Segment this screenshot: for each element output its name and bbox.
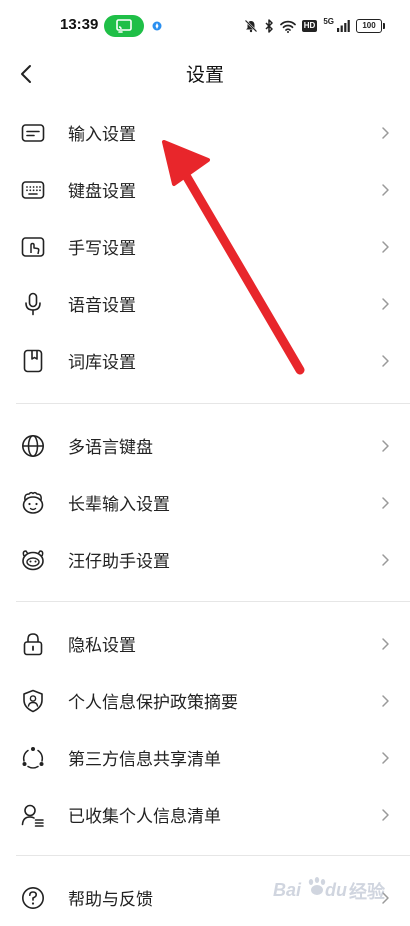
network-type: 5G xyxy=(323,17,334,26)
settings-item-label: 汪仔助手设置 xyxy=(68,552,170,572)
section-divider xyxy=(16,601,410,602)
keyboard-icon xyxy=(20,177,46,203)
chevron-right-icon xyxy=(382,637,389,650)
settings-item-input[interactable]: 输入设置 xyxy=(0,104,410,161)
settings-item-label: 隐私设置 xyxy=(68,636,136,656)
status-time: 13:39 xyxy=(60,16,99,33)
settings-item-collected-info[interactable]: 已收集个人信息清单 xyxy=(0,786,410,843)
chevron-right-icon xyxy=(382,694,389,707)
svg-text:经验: 经验 xyxy=(349,881,386,903)
chevron-right-icon xyxy=(382,240,389,253)
chevron-right-icon xyxy=(382,126,389,139)
settings-item-label: 帮助与反馈 xyxy=(68,890,153,910)
elder-face-icon xyxy=(20,490,46,516)
settings-item-label: 长辈输入设置 xyxy=(68,495,170,515)
title-bar: 设置 xyxy=(0,54,410,94)
help-icon xyxy=(20,885,46,911)
status-bar: 13:39 HD 5G 100 xyxy=(0,0,410,54)
status-indicators: HD 5G 100 xyxy=(244,17,385,35)
settings-item-keyboard[interactable]: 键盘设置 xyxy=(0,161,410,218)
globe-icon xyxy=(20,433,46,459)
signal-icon xyxy=(337,20,350,32)
settings-item-third-party-sharing[interactable]: 第三方信息共享清单 xyxy=(0,729,410,786)
settings-section-input: 输入设置 键盘设置 手写设置 语音设置 词库设置 xyxy=(0,104,410,389)
microphone-icon xyxy=(20,291,46,317)
mute-bell-icon xyxy=(244,19,258,33)
baidu-jingyan-watermark: Bai du 经验 xyxy=(273,877,386,903)
settings-item-label: 语音设置 xyxy=(68,296,136,316)
chevron-right-icon xyxy=(382,183,389,196)
settings-item-label: 键盘设置 xyxy=(68,182,136,202)
chevron-right-icon xyxy=(382,297,389,310)
chevron-right-icon xyxy=(382,439,389,452)
settings-item-handwriting[interactable]: 手写设置 xyxy=(0,218,410,275)
handwriting-icon xyxy=(20,234,46,260)
screen-cast-icon xyxy=(116,19,132,33)
settings-item-multilanguage[interactable]: 多语言键盘 xyxy=(0,417,410,474)
chevron-right-icon xyxy=(382,808,389,821)
settings-section-language: 多语言键盘 长辈输入设置 汪仔助手设置 xyxy=(0,417,410,588)
dictionary-icon xyxy=(20,348,46,374)
chevron-right-icon xyxy=(382,496,389,509)
page-title: 设置 xyxy=(185,64,224,86)
lock-icon xyxy=(20,631,46,657)
screen-cast-pill[interactable] xyxy=(104,15,144,37)
wifi-icon xyxy=(279,20,296,33)
settings-item-voice[interactable]: 语音设置 xyxy=(0,275,410,332)
settings-item-elder-input[interactable]: 长辈输入设置 xyxy=(0,474,410,531)
chevron-right-icon xyxy=(382,751,389,764)
settings-item-label: 词库设置 xyxy=(68,353,136,373)
chevron-right-icon xyxy=(382,354,389,367)
settings-item-label: 个人信息保护政策摘要 xyxy=(68,693,238,713)
settings-item-label: 第三方信息共享清单 xyxy=(68,750,221,770)
settings-item-label: 已收集个人信息清单 xyxy=(68,807,221,827)
dog-assistant-icon xyxy=(20,547,46,573)
settings-item-privacy[interactable]: 隐私设置 xyxy=(0,615,410,672)
settings-item-dog-assistant[interactable]: 汪仔助手设置 xyxy=(0,531,410,588)
settings-item-label: 多语言键盘 xyxy=(68,438,153,458)
settings-item-privacy-policy[interactable]: 个人信息保护政策摘要 xyxy=(0,672,410,729)
section-divider xyxy=(16,403,410,404)
chevron-right-icon xyxy=(382,553,389,566)
user-list-icon xyxy=(20,802,46,828)
section-divider xyxy=(16,855,410,856)
svg-text:du: du xyxy=(325,880,347,900)
bluetooth-icon xyxy=(265,19,273,33)
battery-indicator: 100 xyxy=(356,19,385,33)
share-icon xyxy=(20,745,46,771)
settings-item-label: 输入设置 xyxy=(68,125,136,145)
settings-item-dictionary[interactable]: 词库设置 xyxy=(0,332,410,389)
app-notification-icon xyxy=(152,21,162,31)
settings-section-privacy: 隐私设置 个人信息保护政策摘要 第三方信息共享清单 已收集个人信息清单 xyxy=(0,615,410,843)
hd-badge: HD xyxy=(301,20,318,32)
input-settings-icon xyxy=(20,120,46,146)
settings-item-label: 手写设置 xyxy=(68,239,136,259)
shield-user-icon xyxy=(20,688,46,714)
svg-text:Bai: Bai xyxy=(273,880,302,900)
